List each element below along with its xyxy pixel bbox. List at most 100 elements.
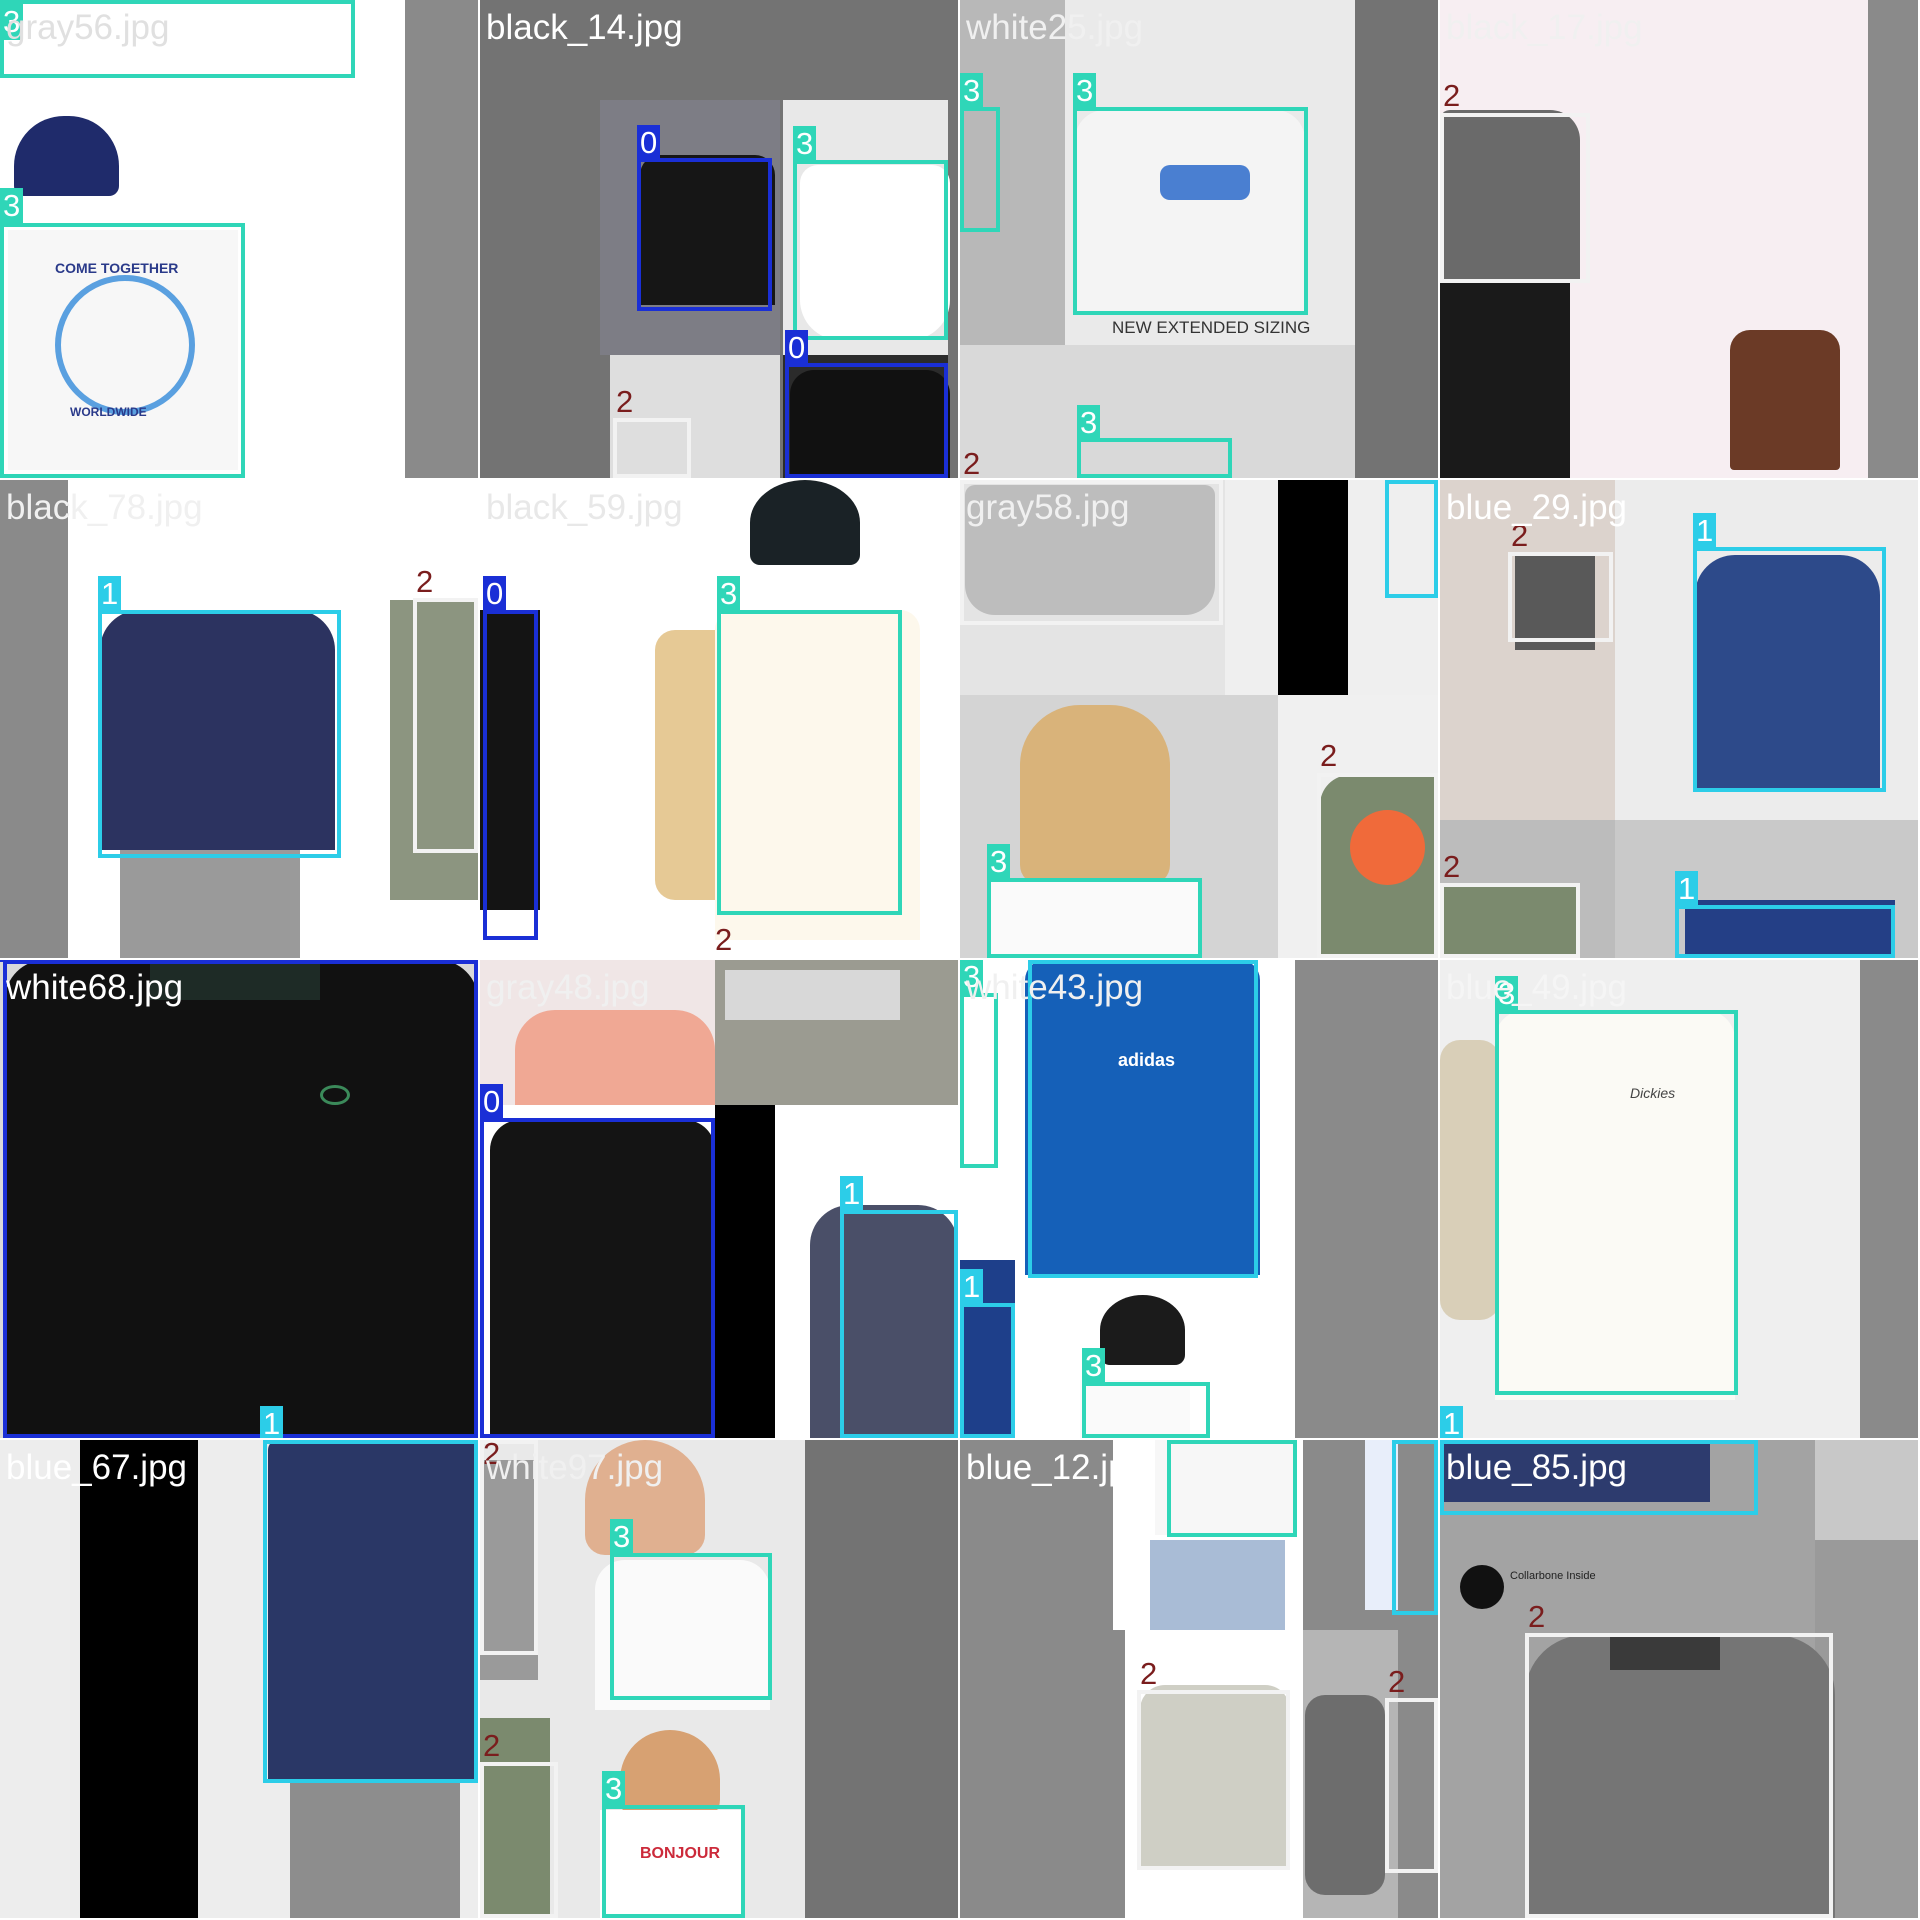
tile-blue-85[interactable]: Collarbone Inside blue_85.jpg 2	[1440, 1440, 1918, 1918]
bbox-label: 2	[483, 1728, 501, 1763]
tile-filename: white68.jpg	[6, 968, 184, 1007]
bbox-class-0[interactable]	[483, 610, 538, 940]
bbox-class-2[interactable]	[1385, 1698, 1438, 1873]
tile-white43[interactable]: adidas white43.jpg 3 1 1 3	[960, 960, 1438, 1438]
bbox-class-3[interactable]	[793, 160, 948, 340]
bbox-label: 1	[1693, 513, 1717, 549]
bbox-class-1[interactable]	[1392, 1440, 1438, 1615]
bbox-label: 1	[1440, 1406, 1464, 1438]
bbox-class-2[interactable]	[613, 418, 691, 478]
bbox-class-1[interactable]	[960, 1303, 1015, 1438]
bbox-label: 2	[1443, 78, 1461, 113]
tile-white25[interactable]: NEW EXTENDED SIZING white25.jpg 3 3 3 2	[960, 0, 1438, 478]
bbox-class-2[interactable]	[1137, 1690, 1290, 1870]
bbox-class-3[interactable]	[960, 107, 1000, 232]
padding-strip	[0, 480, 68, 958]
trousers-figure	[1440, 280, 1570, 478]
bbox-label: 3	[717, 576, 741, 612]
bbox-label: 2	[616, 384, 634, 419]
bbox-label: 2	[1443, 849, 1461, 884]
tile-filename: gray56.jpg	[6, 8, 170, 47]
tile-blue-29[interactable]: blue_29.jpg 2 1 2 1	[1440, 480, 1918, 958]
bucket-hat-figure	[750, 480, 860, 565]
bbox-class-0[interactable]	[637, 158, 772, 311]
bbox-label: 1	[1392, 1440, 1416, 1442]
bbox-class-1[interactable]	[1675, 905, 1895, 958]
bbox-class-2[interactable]	[1525, 1633, 1833, 1918]
bbox-class-3[interactable]	[1073, 107, 1308, 315]
bbox-label: 3	[610, 1519, 634, 1555]
bbox-class-3[interactable]	[987, 878, 1202, 958]
tile-blue-67[interactable]: blue_67.jpg	[0, 1440, 478, 1918]
tile-white68[interactable]: white68.jpg 0 1	[0, 960, 478, 1438]
bbox-label: 3	[1167, 1440, 1191, 1442]
photo-panel	[715, 1105, 775, 1438]
tile-filename: black_59.jpg	[486, 488, 683, 527]
tile-gray48[interactable]: gray48.jpg 0 1	[480, 960, 958, 1438]
bbox-class-3[interactable]	[1077, 438, 1232, 478]
bbox-class-3[interactable]	[610, 1553, 772, 1700]
bbox-class-2[interactable]	[1440, 113, 1590, 283]
bbox-class-0[interactable]	[3, 960, 478, 1438]
tile-black-59[interactable]: black_59.jpg 0 3 2	[480, 480, 958, 958]
bbox-label: 1	[960, 1269, 984, 1305]
padding-strip	[405, 0, 478, 478]
bbox-class-1[interactable]	[1693, 547, 1886, 792]
tile-gray56[interactable]: COME TOGETHER WORLDWIDE gray56.jpg 3 3	[0, 0, 478, 478]
bbox-label: 1	[260, 1406, 284, 1438]
tile-filename: black_78.jpg	[6, 488, 203, 527]
trousers-figure	[290, 1780, 460, 1918]
bbox-label: 3	[1073, 73, 1097, 109]
trousers-figure	[120, 850, 300, 958]
bbox-class-2[interactable]	[413, 598, 478, 853]
tile-blue-49[interactable]: Dickies blue_49.jpg 3 1	[1440, 960, 1918, 1438]
bbox-class-3[interactable]	[717, 610, 902, 915]
tile-filename: blue_67.jpg	[6, 1448, 187, 1487]
bbox-label: 1	[98, 576, 122, 612]
bbox-class-1[interactable]	[1385, 480, 1438, 598]
bbox-label: 1	[1028, 960, 1052, 962]
bbox-class-3[interactable]	[1082, 1382, 1210, 1438]
tile-gray58[interactable]: gray58.jpg 1 2 3	[960, 480, 1438, 958]
tile-filename: blue_29.jpg	[1446, 488, 1627, 527]
bbox-label: 3	[960, 73, 984, 109]
tile-black-78[interactable]: black_78.jpg 1 2	[0, 480, 478, 958]
bbox-class-2[interactable]	[1317, 773, 1438, 958]
tile-filename: blue_12.jpg	[966, 1448, 1147, 1487]
bbox-class-2[interactable]	[480, 1762, 558, 1918]
bbox-class-1[interactable]	[840, 1210, 958, 1438]
jacket-figure	[1440, 1040, 1500, 1320]
mosaic-grid: COME TOGETHER WORLDWIDE gray56.jpg 3 3 b…	[0, 0, 1920, 1920]
bbox-class-3[interactable]	[602, 1805, 745, 1918]
chair-figure	[1730, 330, 1840, 470]
tile-blue-12[interactable]: blue_12.jpg 3 1 2 2	[960, 1440, 1438, 1918]
bbox-label: 3	[1082, 1348, 1106, 1384]
bbox-label: 1	[1675, 871, 1699, 907]
bbox-class-0[interactable]	[480, 1118, 715, 1438]
bbox-label: 3	[1077, 405, 1101, 441]
bbox-label: 2	[1388, 1664, 1406, 1699]
tile-black-17[interactable]: black_17.jpg 2	[1440, 0, 1918, 478]
bbox-label: 3	[793, 126, 817, 162]
tile-white97[interactable]: BONJOUR white97.jpg 2 3 2 3	[480, 1440, 958, 1918]
bbox-class-3[interactable]	[1495, 1010, 1738, 1395]
photo-panel	[1815, 1440, 1918, 1540]
bbox-class-2[interactable]	[1508, 552, 1613, 642]
bbox-class-2[interactable]	[1440, 883, 1580, 958]
bbox-label: 0	[483, 576, 507, 612]
bbox-label: 3	[602, 1771, 626, 1807]
bbox-class-1[interactable]	[263, 1440, 478, 1783]
bbox-class-3[interactable]	[1167, 1440, 1297, 1537]
tile-filename: black_17.jpg	[1446, 8, 1643, 47]
side-figure	[1305, 1695, 1385, 1895]
bbox-class-0[interactable]	[785, 363, 948, 478]
padding-strip	[80, 1440, 198, 1918]
tile-filename: gray48.jpg	[486, 968, 650, 1007]
bbox-class-3[interactable]	[960, 993, 998, 1168]
bbox-label: 2	[1140, 1656, 1158, 1691]
tile-black-14[interactable]: black_14.jpg 0 3 0 2	[480, 0, 958, 478]
bbox-class-3[interactable]	[0, 223, 245, 478]
bbox-class-1[interactable]	[98, 610, 341, 858]
bbox-label: 2	[416, 564, 434, 599]
tile-filename: white43.jpg	[966, 968, 1144, 1007]
